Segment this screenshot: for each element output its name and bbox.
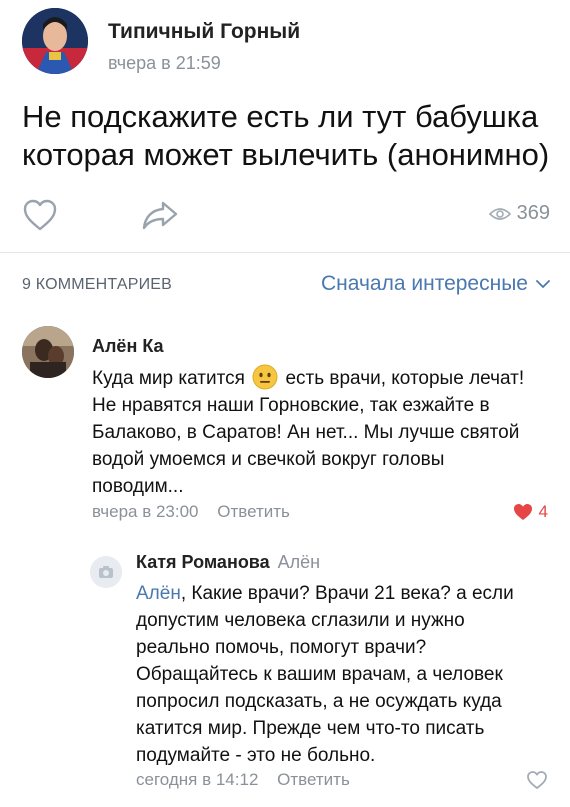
comment-like-button[interactable]: 4 — [513, 502, 548, 522]
comment-like-count: 4 — [538, 502, 548, 521]
reply-button[interactable]: Ответить — [277, 770, 350, 789]
comment-text: Алён, Какие врачи? Врачи 21 века? а если… — [136, 580, 536, 769]
comment-author-avatar[interactable] — [90, 556, 122, 588]
share-button[interactable] — [140, 198, 180, 234]
comment-time: сегодня в 14:12 — [136, 770, 259, 789]
heart-icon — [527, 771, 547, 789]
avatar-image-icon — [22, 8, 88, 74]
comment-author-name[interactable]: Алён Ка — [92, 336, 164, 357]
comment-text: Куда мир катится есть врачи, которые леч… — [92, 364, 532, 500]
heart-filled-icon — [513, 504, 532, 520]
comment-meta: сегодня в 14:12 Ответить — [136, 770, 350, 790]
comment-time: вчера в 23:00 — [92, 502, 199, 521]
views-counter: 369 — [488, 202, 550, 225]
comment-text-part: , Какие врачи? Врачи 21 века? а если доп… — [136, 583, 514, 766]
heart-icon — [23, 199, 57, 231]
mention-link[interactable]: Алён — [136, 583, 181, 604]
comments-bar: 9 КОММЕНТАРИЕВ Сначала интересные — [22, 272, 550, 302]
like-button[interactable] — [22, 198, 58, 234]
post-text: Не подскажите есть ли тут бабушка котора… — [22, 99, 550, 172]
comment-author-name[interactable]: Катя Романова Алён — [136, 552, 320, 573]
eye-icon — [488, 207, 511, 220]
neutral-face-emoji-icon — [252, 364, 278, 390]
comment-text-part: Куда мир катится — [92, 368, 245, 389]
post-author-avatar[interactable] — [22, 8, 88, 74]
post-actions: 369 — [22, 198, 550, 238]
comment-author-avatar[interactable] — [22, 326, 74, 378]
post-author-name[interactable]: Типичный Горный — [108, 20, 300, 44]
post-header: Типичный Горный вчера в 21:59 — [22, 8, 552, 78]
comment-meta: вчера в 23:00 Ответить — [92, 502, 290, 522]
camera-placeholder-icon — [90, 556, 122, 588]
divider — [0, 252, 570, 253]
comment-reply-item: Катя Романова Алён Алён, Какие врачи? Вра… — [90, 548, 550, 798]
comment-like-button[interactable] — [526, 770, 548, 790]
views-count: 369 — [516, 202, 550, 224]
comments-count: 9 КОММЕНТАРИЕВ — [22, 276, 173, 293]
chevron-down-icon — [536, 279, 550, 288]
post-time: вчера в 21:59 — [108, 53, 221, 73]
comment-author-name-text: Катя Романова — [136, 552, 270, 572]
comment-item: Алён Ка Куда мир катится есть врачи, кот… — [22, 326, 550, 526]
reply-to-name[interactable]: Алён — [278, 552, 320, 572]
sort-label: Сначала интересные — [321, 272, 528, 295]
reply-button[interactable]: Ответить — [217, 502, 290, 521]
share-arrow-icon — [142, 201, 178, 230]
sort-dropdown[interactable]: Сначала интересные — [321, 272, 550, 296]
avatar-photo-icon — [22, 326, 74, 378]
